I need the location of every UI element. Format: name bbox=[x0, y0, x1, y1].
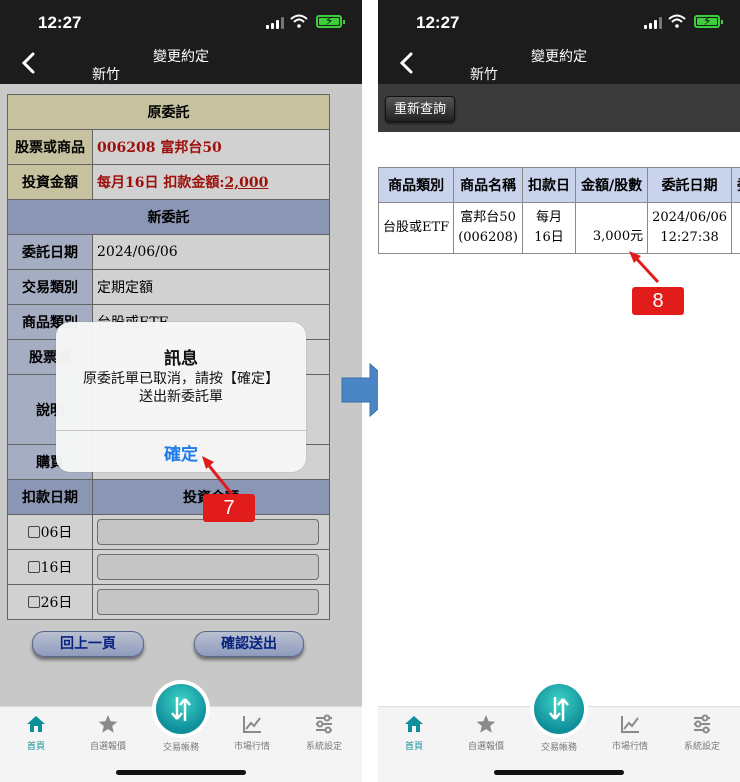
branch-subtitle: 新竹 bbox=[92, 67, 120, 83]
tab-market[interactable]: 市場行情 bbox=[216, 713, 288, 752]
tab-label: 首頁 bbox=[26, 742, 45, 752]
page-title: 變更約定 bbox=[531, 49, 587, 65]
nav-bar: 變更約定 新竹 bbox=[378, 44, 740, 84]
pointer-arrow-icon bbox=[629, 251, 660, 284]
step-badge-8: 8 bbox=[632, 287, 684, 315]
table-header-row: 商品類別 商品名稱 扣款日 金額/股數 委託日期 委 bbox=[378, 167, 740, 203]
status-time: 12:27 bbox=[416, 13, 460, 32]
tab-label: 自選報價 bbox=[467, 742, 504, 752]
cell-category: 台股或ETF bbox=[378, 202, 455, 254]
dialog-message: 原委託單已取消，請按【確定】 送出新委託單 bbox=[70, 370, 292, 406]
dialog-title: 訊息 bbox=[164, 349, 198, 369]
alert-dialog: 訊息 原委託單已取消，請按【確定】 送出新委託單 確定 bbox=[56, 322, 306, 472]
tab-watchlist[interactable]: 自選報價 bbox=[72, 713, 144, 752]
tab-home[interactable]: 首頁 bbox=[378, 713, 450, 752]
name-line2: (006208) bbox=[458, 230, 518, 245]
tab-trade-label[interactable]: 交易帳務 bbox=[522, 740, 596, 753]
transfer-arrows-icon bbox=[171, 697, 191, 721]
tutorial-composite: 12:27 ⚡ 變更約定 新竹 原委託 股票或商品 006208 富邦台50 投… bbox=[0, 0, 740, 782]
signal-icon bbox=[266, 17, 286, 29]
day-line2: 16日 bbox=[534, 230, 564, 245]
cell-name: 富邦台50 (006208) bbox=[453, 202, 523, 254]
order-list-area: 商品類別 商品名稱 扣款日 金額/股數 委託日期 委 台股或ETF 富邦台50 (… bbox=[378, 132, 740, 706]
tab-settings[interactable]: 系統設定 bbox=[666, 713, 738, 752]
chart-line-icon bbox=[243, 716, 261, 733]
tab-trade-label[interactable]: 交易帳務 bbox=[144, 740, 218, 753]
trade-account-fab[interactable] bbox=[156, 684, 206, 734]
status-time: 12:27 bbox=[38, 13, 82, 32]
right-screen: 12:27 ⚡ 變更約定 新竹 重新查詢 商品類別 商品名稱 扣款日 金額/股數… bbox=[378, 0, 740, 782]
wifi-icon bbox=[290, 14, 308, 28]
table-row[interactable]: 台股或ETF 富邦台50 (006208) 每月 16日 3,000元 2024/0… bbox=[378, 202, 740, 254]
trade-account-fab[interactable] bbox=[534, 684, 584, 734]
dialog-divider bbox=[56, 430, 306, 431]
col-day: 扣款日 bbox=[521, 167, 576, 203]
tab-label: 自選報價 bbox=[89, 742, 126, 752]
home-indicator bbox=[494, 770, 624, 775]
tab-label: 系統設定 bbox=[683, 742, 720, 752]
pointer-arrow-icon bbox=[202, 456, 234, 495]
status-bar: 12:27 ⚡ bbox=[378, 0, 740, 44]
tab-home[interactable]: 首頁 bbox=[0, 713, 72, 752]
dialog-message-line2: 送出新委託單 bbox=[139, 389, 223, 405]
query-toolbar: 重新查詢 bbox=[378, 84, 740, 132]
sliders-icon bbox=[316, 714, 332, 734]
name-line1: 富邦台50 bbox=[460, 210, 516, 225]
home-icon bbox=[27, 716, 45, 732]
col-date: 委託日期 bbox=[647, 167, 733, 203]
left-screen: 12:27 ⚡ 變更約定 新竹 原委託 股票或商品 006208 富邦台50 投… bbox=[0, 0, 362, 782]
dialog-confirm-button[interactable]: 確定 bbox=[56, 440, 306, 465]
star-icon bbox=[98, 715, 118, 733]
branch-subtitle: 新竹 bbox=[470, 67, 498, 83]
step-badge-7: 7 bbox=[203, 494, 255, 522]
page-title: 變更約定 bbox=[153, 49, 209, 65]
transfer-arrows-icon bbox=[549, 697, 569, 721]
tab-label: 市場行情 bbox=[233, 742, 270, 752]
col-amount: 金額/股數 bbox=[574, 167, 649, 203]
order-table: 商品類別 商品名稱 扣款日 金額/股數 委託日期 委 台股或ETF 富邦台50 (… bbox=[378, 167, 740, 254]
home-indicator bbox=[116, 770, 246, 775]
date-line1: 2024/06/06 bbox=[652, 210, 728, 225]
star-icon bbox=[476, 715, 496, 733]
date-line2: 12:27:38 bbox=[660, 230, 719, 245]
tab-settings[interactable]: 系統設定 bbox=[288, 713, 360, 752]
chart-line-icon bbox=[621, 716, 639, 733]
requery-button[interactable]: 重新查詢 bbox=[385, 96, 455, 122]
wifi-icon bbox=[668, 14, 686, 28]
dialog-message-line1: 原委託單已取消，請按【確定】 bbox=[83, 371, 279, 387]
nav-bar: 變更約定 新竹 bbox=[0, 44, 362, 84]
col-name: 商品名稱 bbox=[453, 167, 523, 203]
col-extra: 委 bbox=[731, 167, 740, 203]
cell-day: 每月 16日 bbox=[521, 202, 576, 254]
home-icon bbox=[405, 716, 423, 732]
battery-icon: ⚡ bbox=[316, 14, 345, 28]
signal-icon bbox=[644, 17, 664, 29]
tab-market[interactable]: 市場行情 bbox=[594, 713, 666, 752]
sliders-icon bbox=[694, 714, 710, 734]
battery-icon: ⚡ bbox=[694, 14, 723, 28]
day-line1: 每月 bbox=[535, 210, 562, 225]
tab-label: 市場行情 bbox=[611, 742, 648, 752]
tab-label: 系統設定 bbox=[305, 742, 342, 752]
status-bar: 12:27 ⚡ bbox=[0, 0, 362, 44]
tab-label: 首頁 bbox=[404, 742, 423, 752]
cell-extra: 2 bbox=[731, 202, 740, 254]
col-category: 商品類別 bbox=[378, 167, 455, 203]
tab-watchlist[interactable]: 自選報價 bbox=[450, 713, 522, 752]
